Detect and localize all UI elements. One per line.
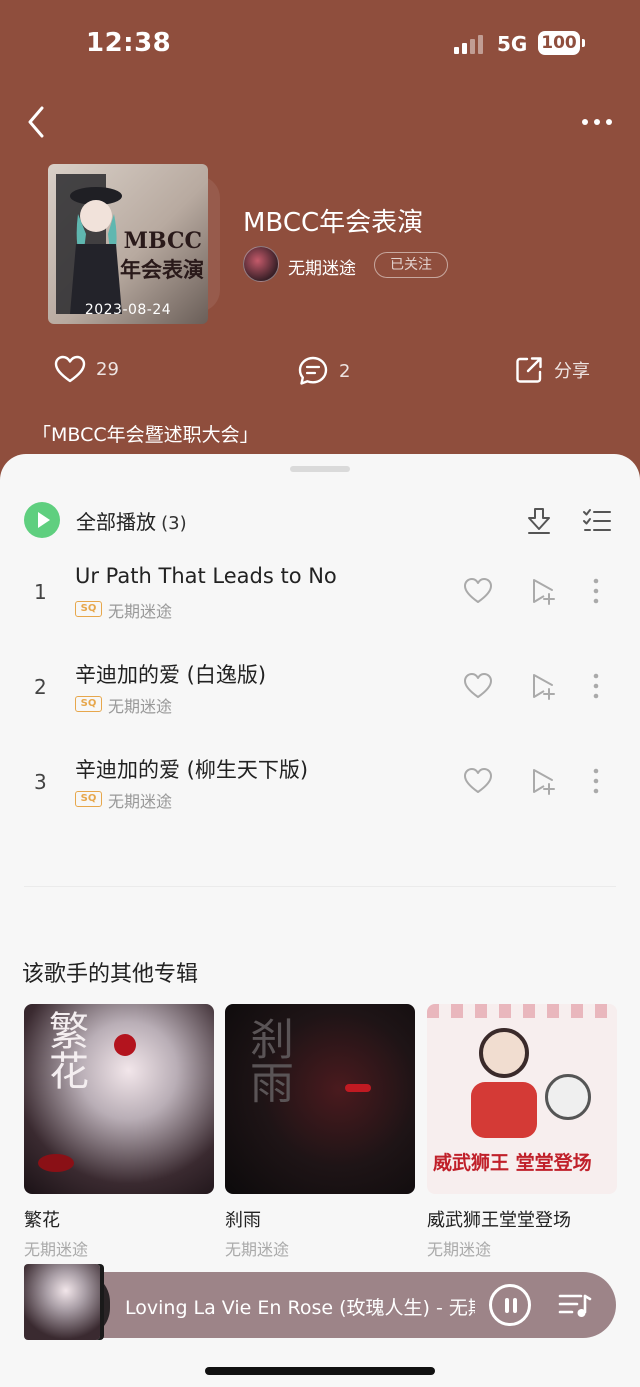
play-all-label: 全部播放: [76, 509, 156, 534]
comment-icon: [298, 356, 328, 385]
character-body: [471, 1082, 537, 1138]
song-artist[interactable]: 无期迷途: [108, 693, 172, 717]
artist-avatar[interactable]: [243, 246, 279, 282]
more-vertical-icon[interactable]: [584, 576, 608, 606]
album-art: 刹雨: [225, 1004, 415, 1194]
album-card-1[interactable]: 繁花 繁花 无期迷途: [24, 1004, 214, 1260]
album-header: 12:38 5G 100 MBCC 年会表演 2023-08-24 MBCC年会…: [0, 0, 640, 500]
song-title: 辛迪加的爱 (柳生天下版): [75, 758, 309, 782]
add-to-queue-icon[interactable]: [528, 576, 558, 606]
section-divider: [24, 886, 616, 887]
lion-figure: [545, 1074, 591, 1120]
song-row-2[interactable]: 2 辛迪加的爱 (白逸版) SQ 无期迷途: [0, 651, 640, 741]
share-button[interactable]: 分享: [514, 355, 590, 385]
share-label: 分享: [554, 361, 590, 382]
add-to-queue-icon[interactable]: [528, 766, 558, 796]
network-label: 5G: [497, 32, 528, 56]
like-button[interactable]: 29: [54, 355, 119, 383]
album-card-2[interactable]: 刹雨 刹雨 无期迷途: [225, 1004, 415, 1260]
album-cover[interactable]: MBCC 年会表演 2023-08-24: [48, 164, 208, 324]
song-artist[interactable]: 无期迷途: [108, 598, 172, 622]
battery-icon: 100: [538, 31, 585, 55]
heart-icon: [54, 355, 86, 383]
back-icon[interactable]: [22, 104, 52, 140]
signal-icon: [454, 34, 483, 54]
sq-badge: SQ: [75, 601, 102, 617]
heart-icon[interactable]: [462, 766, 494, 796]
album-art-text: 威武狮王 堂堂登场: [433, 1152, 592, 1174]
cover-title-line2: 年会表演: [120, 257, 204, 282]
album-art-text: 繁花: [42, 1010, 88, 1090]
track-count: (3): [161, 512, 187, 534]
multi-select-icon[interactable]: [582, 506, 612, 536]
play-icon: [24, 502, 60, 538]
artist-name-link[interactable]: 无期迷途: [288, 254, 356, 279]
album-name: 繁花: [24, 1210, 60, 1231]
album-artist: 无期迷途: [225, 1240, 290, 1259]
song-index: 2: [34, 675, 47, 699]
comment-count: 2: [339, 360, 351, 382]
heart-icon[interactable]: [462, 576, 494, 606]
mini-player-cover[interactable]: [24, 1264, 100, 1340]
sq-badge: SQ: [75, 696, 102, 712]
album-art-text: 刹雨: [242, 1016, 293, 1104]
glowing-eyes: [345, 1084, 371, 1092]
rose-decoration: [38, 1154, 74, 1172]
album-description[interactable]: 「MBCC年会暨述职大会」: [32, 420, 259, 447]
like-count: 29: [96, 358, 119, 380]
character-head: [479, 1028, 529, 1078]
other-albums-title: 该歌手的其他专辑: [22, 962, 199, 987]
album-artist: 无期迷途: [24, 1240, 89, 1259]
song-index: 3: [34, 770, 47, 794]
sq-badge: SQ: [75, 791, 102, 807]
follow-button[interactable]: 已关注: [374, 252, 448, 278]
album-artist: 无期迷途: [427, 1240, 492, 1259]
checker-border: [427, 1004, 617, 1018]
album-art: 繁花: [24, 1004, 214, 1194]
album-name: 威武狮王堂堂登场: [427, 1210, 571, 1231]
sheet-handle[interactable]: [290, 466, 350, 472]
play-all-button[interactable]: 全部播放 (3): [24, 502, 187, 538]
share-icon: [516, 357, 542, 383]
now-playing-title[interactable]: Loving La Vie En Rose (玫瑰人生) - 无期迷途: [125, 1293, 475, 1320]
comment-button[interactable]: 2: [297, 355, 350, 387]
cover-title-line1: MBCC: [123, 228, 202, 254]
heart-icon[interactable]: [462, 671, 494, 701]
album-art: 威武狮王 堂堂登场: [427, 1004, 617, 1194]
more-vertical-icon[interactable]: [584, 671, 608, 701]
status-time: 12:38: [86, 28, 172, 58]
song-title: Ur Path That Leads to No: [75, 564, 337, 588]
song-row-3[interactable]: 3 辛迪加的爱 (柳生天下版) SQ 无期迷途: [0, 746, 640, 836]
pause-icon[interactable]: [489, 1284, 531, 1326]
more-icon[interactable]: [578, 110, 618, 134]
home-indicator[interactable]: [205, 1367, 435, 1375]
song-row-1[interactable]: 1 Ur Path That Leads to No SQ 无期迷途: [0, 556, 640, 646]
song-index: 1: [34, 580, 47, 604]
add-to-queue-icon[interactable]: [528, 671, 558, 701]
song-artist[interactable]: 无期迷途: [108, 788, 172, 812]
tracklist-sheet: 全部播放 (3) 1 Ur Path That Leads to No SQ 无…: [0, 454, 640, 1387]
download-icon[interactable]: [524, 506, 554, 536]
song-title: 辛迪加的爱 (白逸版): [75, 663, 267, 687]
cover-date: 2023-08-24: [84, 302, 172, 318]
album-card-3[interactable]: 威武狮王 堂堂登场 威武狮王堂堂登场 无期迷途: [427, 1004, 617, 1260]
more-vertical-icon[interactable]: [584, 766, 608, 796]
album-name: 刹雨: [225, 1210, 261, 1231]
album-title: MBCC年会表演: [243, 208, 424, 238]
status-bar: 12:38 5G 100: [0, 28, 640, 62]
rose-decoration: [114, 1034, 136, 1056]
playlist-icon[interactable]: [557, 1290, 593, 1320]
